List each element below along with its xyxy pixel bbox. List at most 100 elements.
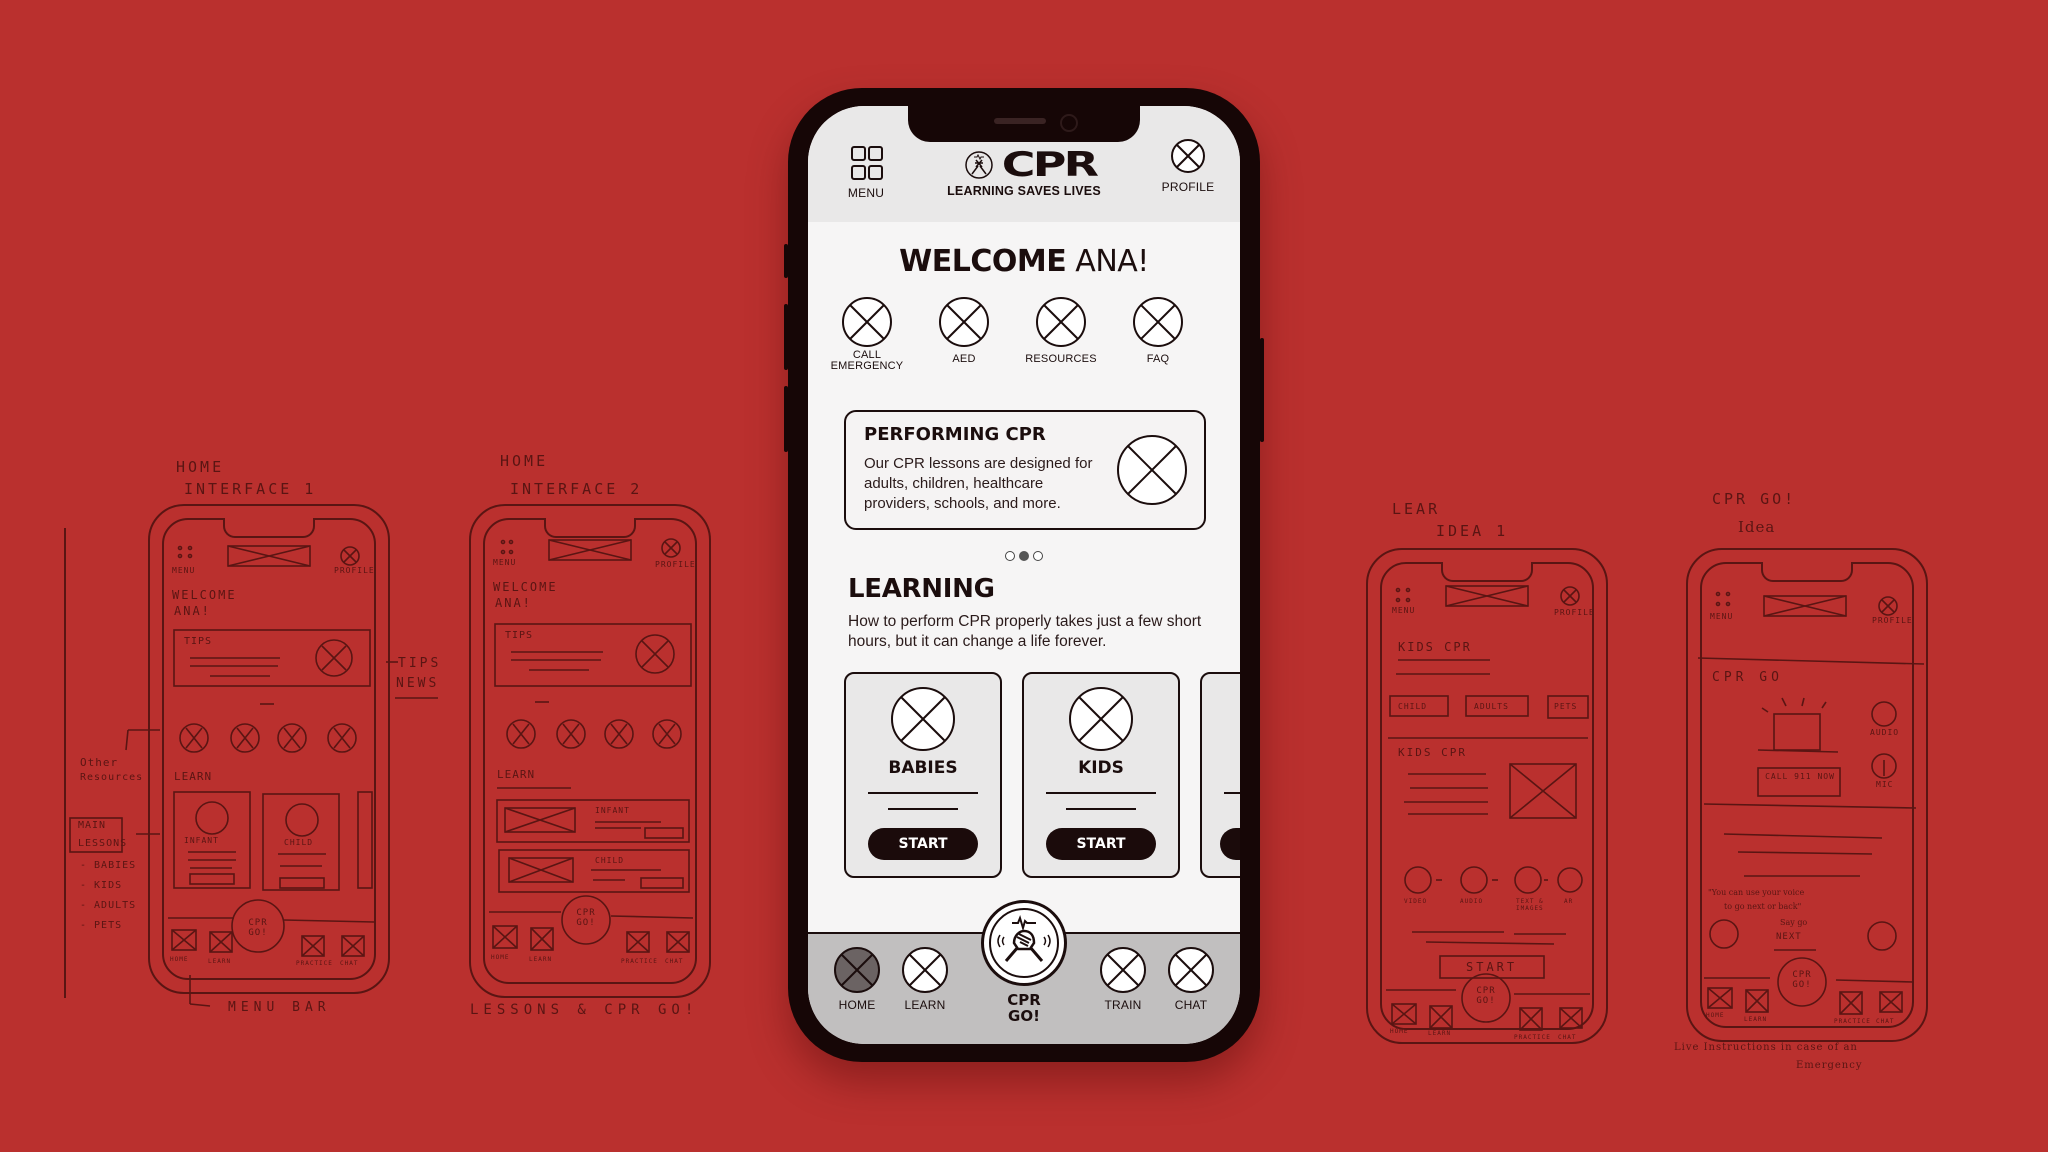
- sketch-voice-2: to go next or back": [1724, 902, 1802, 911]
- quick-action-label: CALL EMERGENCY: [830, 349, 904, 372]
- tip-image-placeholder-icon: [1117, 435, 1187, 505]
- sketch-phone-frame: MENU PROFILE WELCOME ANA! TIPS LEARN INF…: [469, 504, 711, 998]
- sketch-menu-label: MENU: [1710, 612, 1734, 621]
- app-screen: MENU CPR LEARNING SAVES LIVES PROFILE WE…: [808, 106, 1240, 1044]
- quick-action-label: RESOURCES: [1025, 353, 1097, 365]
- nav-train[interactable]: TRAIN: [1090, 946, 1156, 1012]
- text-placeholder-line: [1046, 792, 1156, 794]
- lesson-card-partial[interactable]: [1200, 672, 1240, 878]
- sketch-nav-home: HOME: [1706, 1012, 1725, 1019]
- user-name: ANA!: [1075, 244, 1149, 279]
- sketch-mode-audio: AUDIO: [1460, 898, 1484, 905]
- text-placeholder-line: [1066, 808, 1136, 810]
- sketch-cpr-go: CPR GO!: [576, 908, 596, 928]
- quick-action-resources[interactable]: RESOURCES: [1011, 296, 1111, 365]
- sketch-menu-label: MENU: [493, 558, 517, 567]
- quick-action-aed[interactable]: AED: [914, 296, 1014, 365]
- quick-action-label: AED: [952, 353, 976, 365]
- start-babies-button[interactable]: START: [868, 828, 978, 860]
- sketch-chip-adults: ADULTS: [1474, 702, 1509, 711]
- sketch-nav-chat: CHAT: [665, 958, 684, 965]
- sketch-start: START: [1466, 960, 1518, 974]
- sketch-caption-2: Emergency: [1796, 1060, 1863, 1071]
- tip-card-body: Our CPR lessons are designed for adults,…: [864, 455, 1093, 512]
- sketch-cpr-go: CPR GO!: [1792, 970, 1812, 990]
- sketch-learn-idea-1: LEAR IDEA 1 MENU PROFILE KIDS CPR CHILD …: [1340, 0, 1640, 1152]
- sketch-annot-lessons: LESSONS: [78, 838, 128, 849]
- volume-down-button: [784, 386, 788, 452]
- call-emergency-icon: [842, 297, 892, 347]
- sketch-title-line2: IDEA 1: [1436, 522, 1509, 540]
- sketch-nav-chat: CHAT: [1558, 1034, 1577, 1041]
- phone-mockup: MENU CPR LEARNING SAVES LIVES PROFILE WE…: [784, 88, 1264, 1062]
- sketch-tips: TIPS: [505, 630, 534, 641]
- sketch-annot-news: NEWS: [396, 676, 440, 691]
- sketch-nav-home: HOME: [1390, 1028, 1409, 1035]
- sketch-say-1: Say go: [1780, 918, 1808, 927]
- logo-wordmark: CPR: [1001, 145, 1099, 185]
- sketch-mode-video: VIDEO: [1404, 898, 1428, 905]
- quick-action-label: FAQ: [1146, 353, 1170, 365]
- sketch-annot-adults: - ADULTS: [80, 900, 137, 911]
- kids-image-placeholder-icon: [1069, 687, 1133, 751]
- carousel-indicator: [808, 546, 1240, 565]
- sketch-title-line2: Idea: [1738, 518, 1776, 536]
- text-placeholder-line: [888, 808, 958, 810]
- speaker-grille: [994, 118, 1046, 124]
- nav-label: TRAIN: [1104, 998, 1142, 1012]
- lesson-card-title: BABIES: [888, 758, 958, 778]
- carousel-dot-3[interactable]: [1033, 551, 1043, 561]
- tip-card[interactable]: PERFORMING CPR Our CPR lessons are desig…: [844, 410, 1206, 530]
- babies-image-placeholder-icon: [891, 687, 955, 751]
- welcome-title: WELCOME ANA!: [808, 244, 1240, 279]
- quick-action-faq[interactable]: FAQ: [1108, 296, 1208, 365]
- nav-label: CHAT: [1174, 998, 1208, 1012]
- lesson-card-babies[interactable]: BABIES START: [844, 672, 1002, 878]
- lesson-card-title: KIDS: [1078, 758, 1124, 778]
- sketch-heading: KIDS CPR: [1398, 640, 1472, 654]
- sketch-mode-ar: AR: [1564, 898, 1574, 905]
- sketch-caption-1: Live Instructions in case of an: [1674, 1042, 1858, 1053]
- sketch-annot-other: Other: [80, 756, 119, 769]
- hands-cpr-logo-icon: [965, 151, 993, 179]
- sketch-annot-tips: TIPS: [398, 656, 442, 671]
- carousel-dot-2-active[interactable]: [1019, 551, 1029, 561]
- cpr-go-button[interactable]: [981, 900, 1067, 986]
- menu-button[interactable]: MENU: [838, 146, 894, 200]
- quick-action-call-emergency[interactable]: CALL EMERGENCY: [817, 296, 917, 372]
- sketch-card-infant: INFANT: [595, 806, 630, 815]
- sketch-nav-practice: PRACTICE: [1834, 1018, 1871, 1025]
- faq-icon: [1133, 297, 1183, 347]
- sketch-learn: LEARN: [497, 768, 536, 781]
- resources-icon: [1036, 297, 1086, 347]
- sketch-heading: CPR GO: [1712, 670, 1783, 685]
- sketch-profile-label: PROFILE: [1554, 608, 1595, 617]
- aed-icon: [939, 297, 989, 347]
- profile-button[interactable]: PROFILE: [1152, 138, 1224, 194]
- sketch-nav-learn: LEARN: [1744, 1016, 1768, 1023]
- menu-label: MENU: [847, 186, 885, 200]
- profile-avatar-icon: [1171, 139, 1205, 173]
- start-kids-button[interactable]: START: [1046, 828, 1156, 860]
- sketch-phone-frame: MENU PROFILE CPR GO AUDIO MIC CALL 911 N…: [1686, 548, 1928, 1042]
- sketch-voice-1: "You can use your voice: [1708, 888, 1805, 897]
- app-logo: CPR LEARNING SAVES LIVES: [908, 145, 1140, 198]
- home-icon-active: [834, 947, 880, 993]
- sketch-home-interface-2: HOME INTERFACE 2 MENU PROFILE WELCOME AN…: [440, 0, 780, 1152]
- sketch-annot-main: MAIN: [78, 820, 107, 831]
- learning-heading: LEARNING: [848, 574, 995, 604]
- logo-tagline: LEARNING SAVES LIVES: [947, 184, 1101, 198]
- sketch-subheading: KIDS CPR: [1398, 746, 1467, 759]
- front-camera: [1060, 114, 1078, 132]
- sketch-nav-home: HOME: [491, 954, 510, 961]
- sketch-annot-pets: - PETS: [80, 920, 123, 931]
- start-next-button[interactable]: [1220, 828, 1240, 860]
- profile-label: PROFILE: [1161, 180, 1215, 194]
- nav-chat[interactable]: CHAT: [1158, 946, 1224, 1012]
- sketch-annot-kids: - KIDS: [80, 880, 123, 891]
- sketch-phone-frame: MENU PROFILE KIDS CPR CHILD ADULTS PETS …: [1366, 548, 1608, 1044]
- lesson-card-kids[interactable]: KIDS START: [1022, 672, 1180, 878]
- sketch-chip-child: CHILD: [1398, 702, 1428, 711]
- carousel-dot-1[interactable]: [1005, 551, 1015, 561]
- sketch-title-line2: INTERFACE 2: [510, 480, 643, 498]
